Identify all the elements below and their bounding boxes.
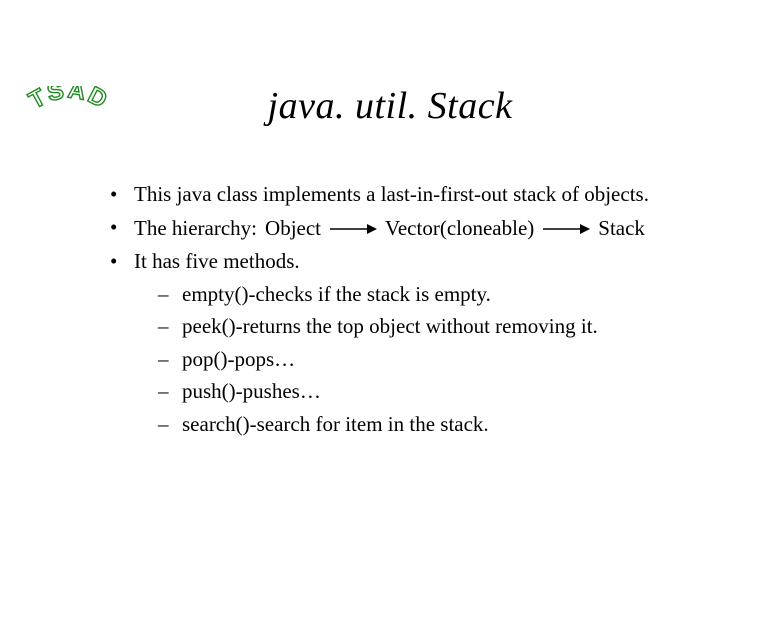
logo-tsad: TSAD: [14, 86, 124, 133]
sub-list: empty()-checks if the stack is empty. pe…: [134, 278, 740, 441]
arrow-right-icon: [542, 223, 590, 235]
sub-text: empty()-checks if the stack is empty.: [182, 282, 491, 306]
hierarchy-node: Vector(cloneable): [385, 212, 534, 245]
bullet-item: It has five methods. empty()-checks if t…: [110, 245, 740, 440]
bullet-text: It has five methods.: [134, 249, 300, 273]
bullet-list: This java class implements a last-in-fir…: [110, 178, 740, 440]
slide-body: This java class implements a last-in-fir…: [110, 178, 740, 440]
slide: TSAD java. util. Stack This java class i…: [0, 84, 780, 624]
hierarchy-node: Object: [265, 212, 321, 245]
bullet-item: The hierarchy: Object Vector(cloneable) …: [110, 211, 740, 245]
sub-text: pop()-pops…: [182, 347, 295, 371]
sub-text: peek()-returns the top object without re…: [182, 314, 598, 338]
sub-item: search()-search for item in the stack.: [158, 408, 740, 441]
hierarchy-prefix: The hierarchy:: [134, 212, 257, 245]
bullet-item: This java class implements a last-in-fir…: [110, 178, 740, 211]
sub-item: pop()-pops…: [158, 343, 740, 376]
hierarchy-node: Stack: [598, 212, 645, 245]
sub-item: empty()-checks if the stack is empty.: [158, 278, 740, 311]
sub-item: peek()-returns the top object without re…: [158, 310, 740, 343]
sub-text: push()-pushes…: [182, 379, 321, 403]
hierarchy-line: The hierarchy: Object Vector(cloneable) …: [134, 212, 645, 245]
bullet-text: This java class implements a last-in-fir…: [134, 182, 649, 206]
arrow-right-icon: [329, 223, 377, 235]
logo-text: TSAD: [25, 86, 113, 115]
sub-item: push()-pushes…: [158, 375, 740, 408]
sub-text: search()-search for item in the stack.: [182, 412, 489, 436]
